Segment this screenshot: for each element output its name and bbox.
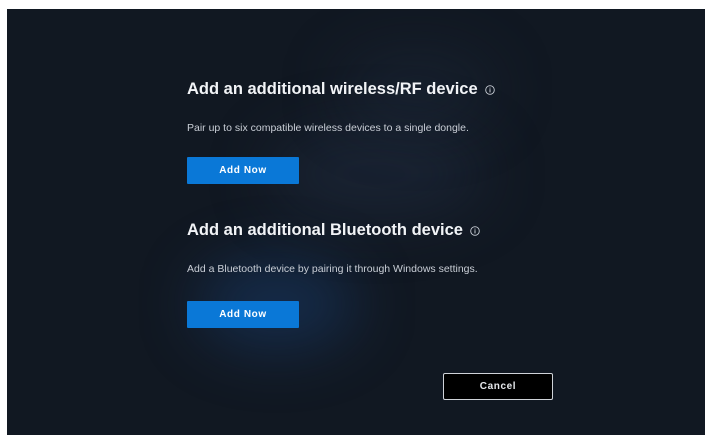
info-circle-icon[interactable] (484, 84, 495, 95)
add-device-dialog: Add an additional wireless/RF device Pai… (7, 9, 705, 435)
bluetooth-section-description: Add a Bluetooth device by pairing it thr… (187, 263, 478, 275)
wireless-section-title: Add an additional wireless/RF device (187, 80, 495, 99)
info-circle-icon[interactable] (470, 225, 480, 236)
wireless-section-description: Pair up to six compatible wireless devic… (187, 122, 469, 134)
bluetooth-section-title: Add an additional Bluetooth device (187, 221, 480, 240)
add-bluetooth-device-button[interactable]: Add Now (187, 301, 299, 328)
add-wireless-device-button[interactable]: Add Now (187, 157, 299, 184)
background-glow (267, 129, 487, 219)
bluetooth-section-title-text: Add an additional Bluetooth device (187, 221, 463, 239)
cancel-button[interactable]: Cancel (443, 373, 553, 400)
wireless-section-title-text: Add an additional wireless/RF device (187, 80, 478, 98)
